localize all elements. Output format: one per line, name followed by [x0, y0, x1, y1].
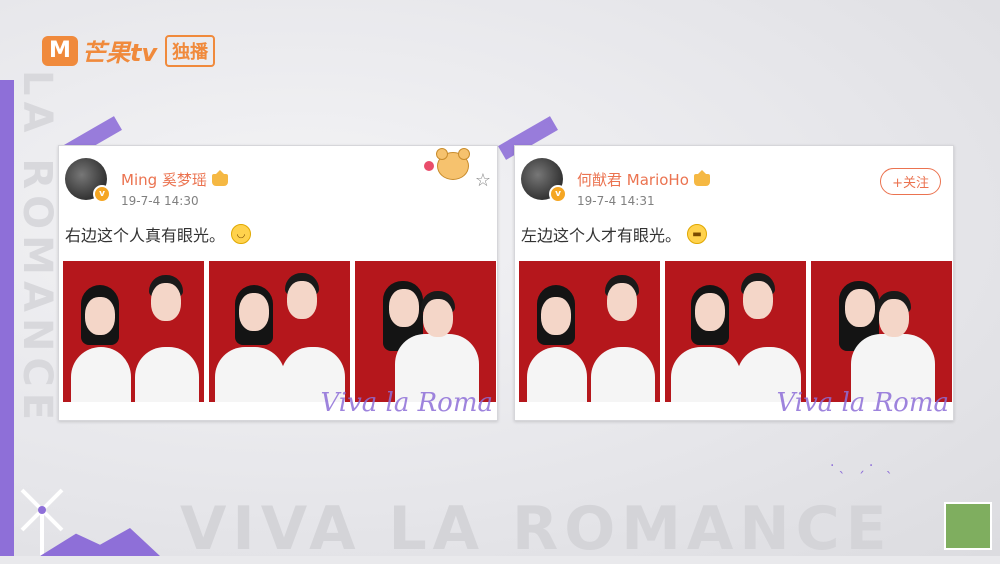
- photo-face: [423, 299, 453, 337]
- photo-shirt: [671, 347, 741, 402]
- exclusive-badge: 独播: [165, 34, 216, 67]
- photo-face: [287, 281, 317, 319]
- crown-icon: [693, 169, 710, 186]
- verified-badge-icon: v: [549, 185, 567, 203]
- follow-button[interactable]: +关注: [880, 168, 941, 195]
- username-text: 何猷君 MarioHo: [577, 171, 689, 189]
- photo-shirt: [851, 334, 935, 402]
- verified-badge-icon: v: [93, 185, 111, 203]
- photo-shirt: [395, 334, 479, 402]
- couple-photo[interactable]: [519, 261, 660, 402]
- username-text: Ming 奚梦瑶: [121, 171, 207, 189]
- weibo-post-card: v Ming 奚梦瑶 19-7-4 14:30 ☆ 右边这个人真有眼光。 ◡ V…: [58, 145, 498, 421]
- weibo-post-card: v 何猷君 MarioHo 19-7-4 14:31 +关注 左边这个人才有眼光…: [514, 145, 954, 421]
- photo-shirt: [527, 347, 587, 402]
- photo-face: [845, 289, 875, 327]
- photo-shirt: [737, 347, 801, 402]
- photo-grid: [63, 261, 496, 402]
- timestamp: 19-7-4 14:30: [121, 194, 199, 208]
- couple-photo[interactable]: [355, 261, 496, 402]
- avatar[interactable]: v: [65, 158, 111, 203]
- smile-emoji-icon: ◡: [231, 224, 252, 244]
- show-corner-logo-icon: [944, 502, 992, 550]
- photo-face: [389, 289, 419, 327]
- broadcaster-name: 芒果tv: [82, 39, 158, 67]
- post-text: 右边这个人真有眼光。 ◡: [65, 222, 252, 246]
- photo-face: [151, 283, 181, 321]
- photo-face: [695, 293, 725, 331]
- photo-face: [743, 281, 773, 319]
- photo-face: [541, 297, 571, 335]
- sparkle-decoration: ·ˎ ˏ· ˎ: [830, 458, 897, 474]
- photo-shirt: [281, 347, 345, 402]
- photo-face: [607, 283, 637, 321]
- photo-shirt: [71, 347, 131, 402]
- background-vertical-text: LA ROMANCE: [14, 70, 60, 427]
- crown-icon: [211, 169, 228, 186]
- couple-photo[interactable]: [63, 261, 204, 402]
- username[interactable]: Ming 奚梦瑶: [121, 169, 228, 190]
- photo-shirt: [215, 347, 285, 402]
- photo-face: [85, 297, 115, 335]
- avatar[interactable]: v: [521, 158, 567, 203]
- background-big-text: VIVA LA ROMANCE: [180, 494, 893, 564]
- photo-grid: [519, 261, 952, 402]
- star-icon[interactable]: ☆: [475, 170, 491, 191]
- photo-shirt: [591, 347, 655, 402]
- bear-icon: [436, 148, 470, 180]
- post-text: 左边这个人才有眼光。 ▬: [521, 222, 708, 246]
- mango-logo-icon: M: [42, 35, 78, 66]
- photo-face: [879, 299, 909, 337]
- photo-shirt: [135, 347, 199, 402]
- couple-photo[interactable]: [811, 261, 952, 402]
- post-text-content: 左边这个人才有眼光。: [521, 226, 682, 245]
- photo-face: [239, 293, 269, 331]
- broadcaster-logo: M 芒果tv 独播: [42, 33, 216, 68]
- timestamp: 19-7-4 14:31: [577, 194, 655, 208]
- couple-photo[interactable]: [209, 261, 350, 402]
- cool-emoji-icon: ▬: [687, 224, 708, 244]
- couple-photo[interactable]: [665, 261, 806, 402]
- username[interactable]: 何猷君 MarioHo: [577, 169, 710, 190]
- post-text-content: 右边这个人真有眼光。: [65, 226, 226, 245]
- heart-icon: [424, 161, 434, 171]
- bear-sticker-icon: [424, 148, 470, 180]
